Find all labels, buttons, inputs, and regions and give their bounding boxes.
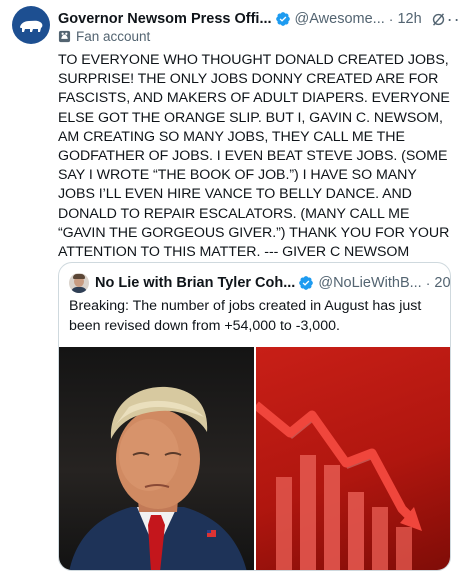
author-name[interactable]: Governor Newsom Press Offi... — [58, 11, 272, 27]
verified-badge-icon[interactable] — [275, 11, 291, 27]
bear-logo-icon — [20, 20, 43, 32]
tweet-time[interactable]: 12h — [397, 11, 421, 27]
quoted-author-handle[interactable]: @NoLieWithB... — [318, 275, 421, 291]
declining-chart-image[interactable] — [256, 347, 450, 570]
author-handle[interactable]: @Awesome... — [295, 11, 385, 27]
grok-icon[interactable] — [430, 11, 447, 28]
quoted-tweet-time[interactable]: 20h — [434, 275, 450, 291]
fan-account-icon — [58, 30, 71, 43]
separator-dot: · — [425, 275, 431, 291]
verified-badge-icon[interactable] — [298, 275, 314, 291]
more-icon[interactable]: ··· — [447, 10, 458, 28]
tweet-header: Governor Newsom Press Offi... @Awesome..… — [58, 9, 458, 29]
tweet-body: TO EVERYONE WHO THOUGHT DONALD CREATED J… — [58, 52, 450, 261]
author-avatar[interactable] — [12, 6, 50, 44]
separator-dot: · — [388, 11, 394, 27]
fan-account-text: Fan account — [76, 29, 151, 44]
quoted-tweet-body: Breaking: The number of jobs created in … — [69, 298, 422, 334]
portrait-photo[interactable] — [59, 347, 254, 570]
quoted-tweet-header: No Lie with Brian Tyler Coh... @NoLieWit… — [69, 273, 450, 293]
quoted-tweet[interactable]: No Lie with Brian Tyler Coh... @NoLieWit… — [58, 262, 451, 571]
fan-account-label: Fan account — [58, 29, 150, 44]
quoted-author-name[interactable]: No Lie with Brian Tyler Coh... — [95, 275, 295, 291]
quoted-author-avatar[interactable] — [69, 273, 89, 293]
